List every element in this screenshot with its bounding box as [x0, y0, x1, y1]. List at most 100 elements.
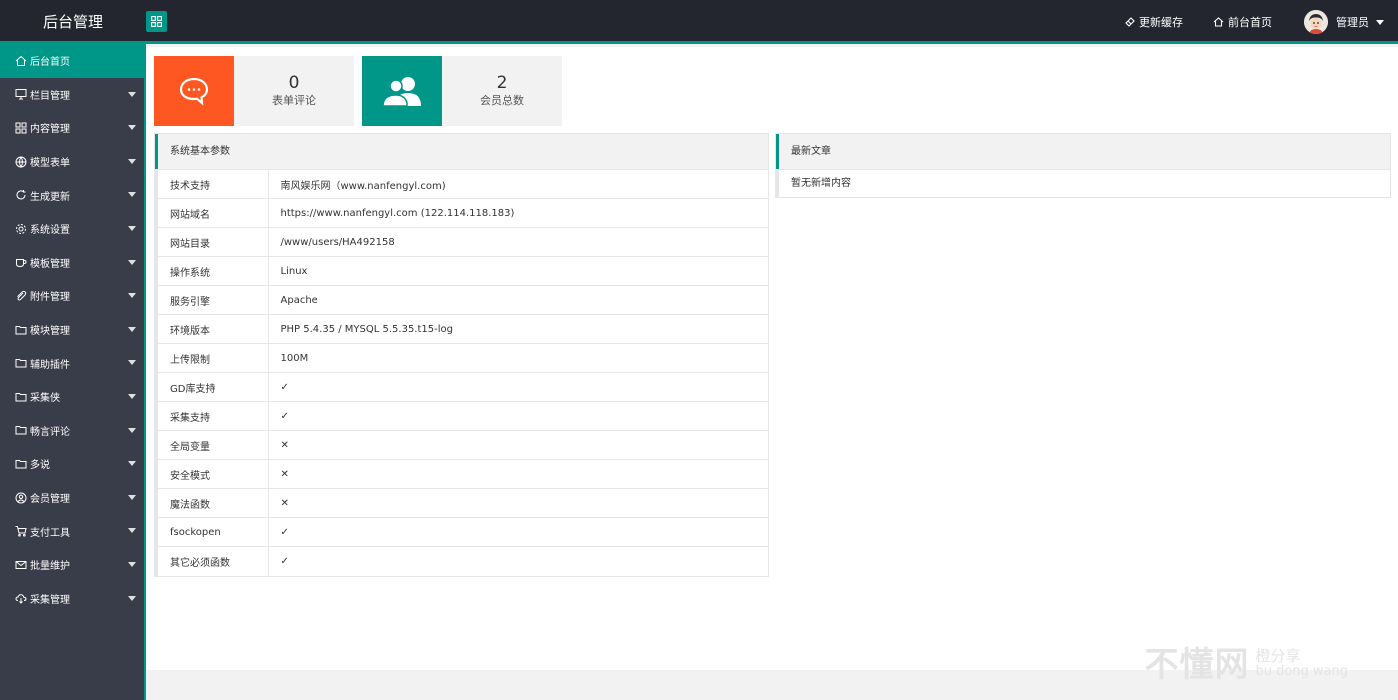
app-title: 后台管理: [42, 13, 103, 31]
row-key: 网站域名: [158, 198, 269, 228]
sidebar-item-payment[interactable]: 支付工具: [0, 514, 144, 548]
sidebar-item-content[interactable]: 内容管理: [0, 111, 144, 145]
watermark-pinyin: bu dong wang: [1255, 664, 1348, 679]
comment-icon: [179, 77, 209, 106]
sidebar-item-changyan[interactable]: 畅言评论: [0, 414, 144, 448]
sidebar-item-dashboard[interactable]: 后台首页: [0, 44, 144, 78]
sidebar-item-duoshuo[interactable]: 多说: [0, 447, 144, 481]
sidebar-item-settings[interactable]: 系统设置: [0, 212, 144, 246]
chevron-down-icon: [128, 393, 136, 399]
table-row: 全局变量 ✕: [158, 430, 768, 460]
home-icon: [1213, 17, 1224, 27]
user-circle-icon: [15, 492, 27, 504]
empty-message: 暂无新增内容: [776, 169, 1390, 197]
row-value: ✓: [268, 401, 768, 431]
table-row: 上传限制 100M: [158, 343, 768, 373]
table-row: 网站域名 https://www.nanfengyl.com (122.114.1…: [158, 198, 768, 228]
sidebar-item-collect[interactable]: 采集管理: [0, 582, 144, 616]
row-value: ✕: [268, 488, 768, 518]
chevron-down-icon: [128, 461, 136, 467]
sidebar-item-generate[interactable]: 生成更新: [0, 178, 144, 212]
panel-title: 系统基本参数: [155, 134, 768, 169]
app-grid-icon: [15, 122, 27, 134]
admin-menu[interactable]: 管理员: [1304, 10, 1384, 34]
chevron-down-icon: [128, 561, 136, 567]
refresh-icon: [16, 190, 26, 200]
chevron-down-icon: [128, 427, 136, 433]
sidebar-item-plugins[interactable]: 辅助插件: [0, 346, 144, 380]
sidebar-item-members[interactable]: 会员管理: [0, 481, 144, 515]
sidebar-item-model-form[interactable]: 模型表单: [0, 145, 144, 179]
stat-value: 2: [496, 73, 508, 93]
grid-icon: [151, 16, 162, 27]
stat-card-comments[interactable]: 0 表单评论: [154, 56, 354, 126]
row-key: 全局变量: [158, 430, 269, 460]
sidebar-item-label: 生成更新: [30, 191, 70, 203]
sidebar-item-label: 辅助插件: [30, 359, 70, 371]
table-row: 环境版本 PHP 5.4.35 / MYSQL 5.5.35.t15-log: [158, 314, 768, 344]
sidebar-item-attachments[interactable]: 附件管理: [0, 279, 144, 313]
table-row: 魔法函数 ✕: [158, 488, 768, 518]
sidebar-item-label: 批量维护: [30, 561, 70, 573]
row-value: Linux: [268, 256, 768, 286]
stat-card-members[interactable]: 2 会员总数: [362, 56, 562, 126]
sidebar-item-label: 模型表单: [30, 158, 70, 170]
row-key: 安全模式: [158, 459, 269, 489]
chevron-down-icon: [128, 91, 136, 97]
watermark-main: 不懂网: [1144, 645, 1250, 685]
row-value: ✕: [268, 459, 768, 489]
row-value: 南风娱乐网（www.nanfengyl.com): [268, 169, 768, 199]
stat-label: 会员总数: [480, 94, 524, 107]
row-key: 网站目录: [158, 227, 269, 257]
mail-icon: [15, 560, 27, 569]
sidebar-item-modules[interactable]: 模块管理: [0, 313, 144, 347]
row-key: GD库支持: [158, 372, 269, 402]
admin-label: 管理员: [1336, 16, 1369, 29]
sidebar-item-label: 模块管理: [30, 326, 70, 338]
refresh-cache-link[interactable]: 更新缓存: [1125, 14, 1183, 30]
sidebar-item-label: 后台首页: [30, 57, 70, 69]
main-content: 0 表单评论 2 会员总数 系统基本参数 技术支持 南风娱乐网（www.nanfe…: [146, 47, 1398, 670]
avatar: [1304, 10, 1328, 34]
eraser-icon: [1125, 17, 1135, 27]
table-row: 其它必须函数 ✓: [158, 546, 768, 576]
row-value: ✓: [268, 372, 768, 402]
monitor-icon: [15, 89, 27, 100]
sidebar-item-templates[interactable]: 模板管理: [0, 246, 144, 280]
row-value: /www/users/HA492158: [268, 227, 768, 257]
stat-label: 表单评论: [272, 94, 316, 107]
row-value: ✓: [268, 546, 768, 576]
row-value: ✓: [268, 517, 768, 547]
sidebar-item-label: 附件管理: [30, 292, 70, 304]
sidebar-item-label: 多说: [30, 460, 50, 472]
folder-icon: [15, 459, 27, 469]
folder-icon: [15, 426, 27, 435]
sidebar-item-label: 畅言评论: [30, 426, 70, 438]
row-key: 上传限制: [158, 343, 269, 373]
chevron-down-icon: [128, 326, 136, 332]
menu-toggle-button[interactable]: [146, 11, 167, 32]
watermark-sub: 橙分享: [1255, 647, 1301, 665]
sidebar-item-label: 采集侠: [30, 393, 60, 405]
sidebar-item-label: 内容管理: [30, 124, 70, 136]
sidebar-item-label: 模板管理: [30, 258, 70, 270]
cart-icon: [15, 526, 27, 537]
refresh-cache-label: 更新缓存: [1139, 16, 1183, 29]
sidebar-item-label: 支付工具: [30, 527, 70, 539]
frontend-home-link[interactable]: 前台首页: [1213, 14, 1272, 30]
sidebar-item-collector[interactable]: 采集侠: [0, 380, 144, 414]
chevron-down-icon: [128, 595, 136, 601]
chevron-down-icon: [128, 293, 136, 299]
chevron-down-icon: [128, 158, 136, 164]
home-icon: [15, 55, 27, 66]
frontend-home-label: 前台首页: [1228, 16, 1272, 29]
sidebar-item-category[interactable]: 栏目管理: [0, 78, 144, 112]
chevron-down-icon: [128, 259, 136, 265]
row-value: Apache: [268, 285, 768, 315]
sidebar-item-batch[interactable]: 批量维护: [0, 548, 144, 582]
row-value: https://www.nanfengyl.com (122.114.118.1…: [268, 198, 768, 228]
row-key: 环境版本: [158, 314, 269, 344]
cloud-icon: [15, 594, 27, 605]
gear-icon: [16, 223, 26, 234]
panel-title: 最新文章: [776, 134, 1390, 169]
